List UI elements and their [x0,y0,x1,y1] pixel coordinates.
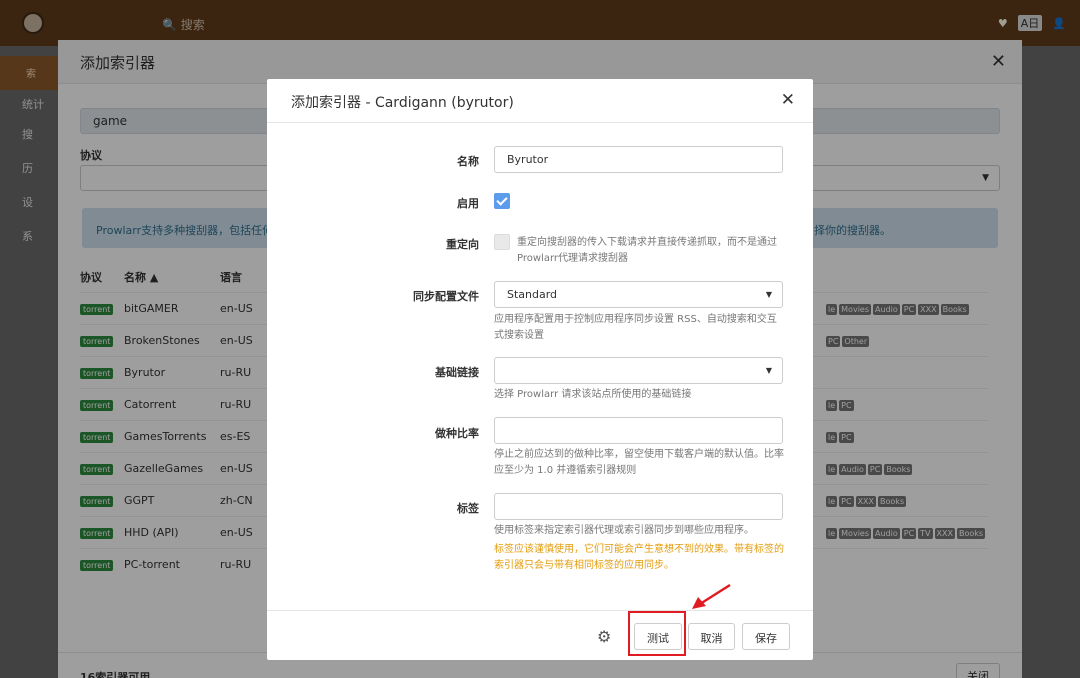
name-input[interactable]: Byrutor [494,146,783,173]
redirect-checkbox[interactable] [494,234,510,250]
sync-profile-select[interactable]: Standard ▼ [494,281,783,308]
advanced-settings-gear-icon[interactable]: ⚙ [597,627,617,646]
redirect-help: 重定向搜刮器的传入下载请求并直接传递抓取，而不是通过Prowlarr代理请求搜刮… [517,237,777,264]
caret-down-icon: ▼ [765,366,772,375]
dialog-header: 添加索引器 - Cardigann (byrutor) ✕ [267,79,813,123]
tags-label: 标签 [457,502,479,515]
seed-ratio-help: 停止之前应达到的做种比率，留空使用下载客户端的默认值。比率应至少为 1.0 并遵… [494,449,784,476]
dialog-title: 添加索引器 - Cardigann (byrutor) [291,95,514,111]
seed-ratio-input[interactable] [494,417,783,444]
sync-profile-value: Standard [507,288,558,301]
tags-input[interactable] [494,493,783,520]
sync-profile-label: 同步配置文件 [413,290,479,303]
enable-checkbox[interactable] [494,193,510,209]
cancel-button[interactable]: 取消 [688,623,735,650]
tags-help: 使用标签来指定索引器代理或索引器同步到哪些应用程序。 [494,525,754,536]
dialog-footer: ⚙ 测试 取消 保存 [267,610,813,660]
indexer-dialog: 添加索引器 - Cardigann (byrutor) ✕ 名称 Byrutor… [267,79,813,660]
name-label: 名称 [457,155,479,168]
seed-ratio-label: 做种比率 [435,427,479,440]
base-url-label: 基础链接 [435,366,479,379]
tags-warning: 标签应该谨慎使用，它们可能会产生意想不到的效果。带有标签的索引器只会与带有相同标… [494,544,784,571]
dialog-close-icon[interactable]: ✕ [781,90,795,110]
highlight-box [628,611,686,656]
base-url-select[interactable]: ▼ [494,357,783,384]
annotation-arrow-icon [692,583,731,609]
save-button[interactable]: 保存 [742,623,790,650]
redirect-label: 重定向 [446,238,479,251]
sync-profile-help: 应用程序配置用于控制应用程序同步设置 RSS、自动搜索和交互式搜索设置 [494,314,777,341]
base-url-help: 选择 Prowlarr 请求该站点所使用的基础链接 [494,389,692,400]
caret-down-icon: ▼ [765,290,772,299]
enable-label: 启用 [457,197,479,210]
